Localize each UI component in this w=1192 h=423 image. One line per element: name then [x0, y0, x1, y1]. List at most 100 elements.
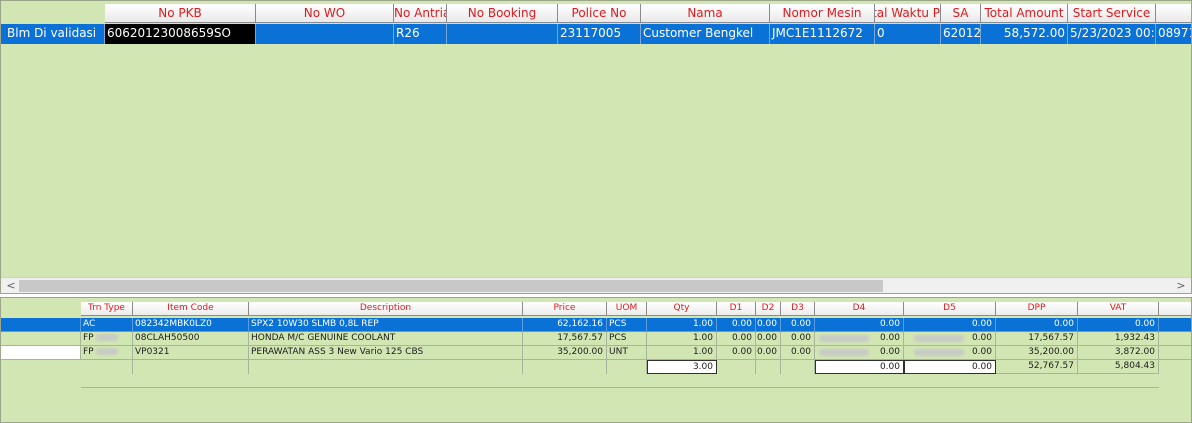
header-more[interactable] [1159, 302, 1191, 316]
header-description[interactable]: Description [249, 302, 523, 316]
detail-header-indicator [1, 302, 81, 316]
cell-price[interactable]: 17,567.57 [523, 332, 607, 346]
cell-qty[interactable]: 1.00 [647, 346, 717, 360]
cell-item-code[interactable]: 082342MBK0LZ0 [133, 318, 249, 332]
scroll-right-icon[interactable]: > [1173, 278, 1189, 293]
table-row[interactable]: FP VP0321 PERAWATAN ASS 3 New Vario 125 … [1, 346, 1191, 360]
header-price[interactable]: Price [523, 302, 607, 316]
cell-qty[interactable]: 1.00 [647, 318, 717, 332]
cell-d3[interactable]: 0.00 [781, 318, 815, 332]
scroll-left-icon[interactable]: < [3, 278, 19, 293]
header-d3[interactable]: D3 [781, 302, 815, 316]
cell-uom[interactable]: PCS [607, 318, 647, 332]
cell-item-code[interactable]: VP0321 [133, 346, 249, 360]
table-row[interactable]: AC 082342MBK0LZ0 SPX2 10W30 SLMB 0,8L RE… [1, 318, 1191, 332]
totals-spacer [133, 360, 249, 374]
header-d4[interactable]: D4 [815, 302, 904, 316]
cell-d1[interactable]: 0.00 [717, 346, 756, 360]
cell-d4[interactable]: 0.00 [815, 318, 904, 332]
header-item-code[interactable]: Item Code [133, 302, 249, 316]
cell-total-amount[interactable]: 58,572.00 [981, 24, 1068, 44]
cell-description[interactable]: SPX2 10W30 SLMB 0,8L REP [249, 318, 523, 332]
cell-no-antrian[interactable]: R26 [394, 24, 447, 44]
empty-row-fill [81, 374, 1159, 388]
header-no-wo[interactable]: No WO [256, 4, 394, 23]
cell-no-wo[interactable] [256, 24, 394, 44]
cell-nomor-mesin[interactable]: JMC1E1112672 [770, 24, 875, 44]
cell-description[interactable]: HONDA M/C GENUINE COOLANT [249, 332, 523, 346]
cell-qty[interactable]: 1.00 [647, 332, 717, 346]
header-nomor-mesin[interactable]: Nomor Mesin [770, 4, 875, 23]
cell-item-code[interactable]: 08CLAH50500 [133, 332, 249, 346]
cell-d4[interactable]: 0.00 [815, 346, 904, 360]
cell-trn-type[interactable]: FP [81, 332, 133, 346]
header-d5[interactable]: D5 [904, 302, 996, 316]
cell-extra[interactable]: 08971 [1156, 24, 1191, 44]
header-uom[interactable]: UOM [607, 302, 647, 316]
cell-description[interactable]: PERAWATAN ASS 3 New Vario 125 CBS [249, 346, 523, 360]
cell-d3[interactable]: 0.00 [781, 332, 815, 346]
header-start-service[interactable]: Start Service [1068, 4, 1156, 23]
cell-police-no[interactable]: 23117005 [558, 24, 641, 44]
cell-d5[interactable]: 0.00 [904, 346, 996, 360]
cell-price[interactable]: 35,200.00 [523, 346, 607, 360]
cell-d2[interactable]: 0.00 [756, 318, 781, 332]
cell-more[interactable] [1159, 318, 1191, 332]
header-d1[interactable]: D1 [717, 302, 756, 316]
cell-no-booking[interactable] [447, 24, 558, 44]
cell-d2[interactable]: 0.00 [756, 332, 781, 346]
header-trn-type[interactable]: Trn Type [81, 302, 133, 316]
row-indicator[interactable] [1, 332, 81, 346]
cell-d1[interactable]: 0.00 [717, 332, 756, 346]
cell-trn-type-text: FP [83, 333, 94, 343]
header-no-pkb[interactable]: No PKB [105, 4, 256, 23]
cell-no-pkb[interactable]: 60620123008659SO [105, 24, 256, 44]
cell-d2[interactable]: 0.00 [756, 346, 781, 360]
header-no-antrian[interactable]: No Antrian [394, 4, 447, 23]
scrollbar-thumb[interactable] [19, 280, 883, 292]
cell-vat[interactable]: 1,932.43 [1078, 332, 1159, 346]
cell-d4[interactable]: 0.00 [815, 332, 904, 346]
redacted-text [819, 335, 869, 342]
cell-start-service[interactable]: 5/23/2023 00:00 [1068, 24, 1156, 44]
cell-sa[interactable]: 620120 [941, 24, 981, 44]
cell-vat[interactable]: 3,872.00 [1078, 346, 1159, 360]
table-row[interactable]: FP 08CLAH50500 HONDA M/C GENUINE COOLANT… [1, 332, 1191, 346]
cell-d1[interactable]: 0.00 [717, 318, 756, 332]
service-order-row[interactable]: Blm Di validasi 60620123008659SO R26 231… [1, 24, 1191, 44]
header-no-booking[interactable]: No Booking [447, 4, 558, 23]
cell-vat[interactable]: 0.00 [1078, 318, 1159, 332]
cell-d5[interactable]: 0.00 [904, 318, 996, 332]
header-extra[interactable] [1156, 4, 1191, 23]
row-indicator[interactable] [1, 346, 81, 360]
header-d2[interactable]: D2 [756, 302, 781, 316]
cell-d5[interactable]: 0.00 [904, 332, 996, 346]
row-indicator[interactable] [1, 318, 81, 332]
cell-d5-text: 0.00 [971, 347, 992, 357]
cell-trn-type[interactable]: FP [81, 346, 133, 360]
header-total-waktu[interactable]: Total Waktu P [875, 4, 941, 23]
cell-d3[interactable]: 0.00 [781, 346, 815, 360]
cell-more[interactable] [1159, 332, 1191, 346]
cell-more[interactable] [1159, 346, 1191, 360]
cell-dpp[interactable]: 35,200.00 [996, 346, 1078, 360]
cell-uom[interactable]: PCS [607, 332, 647, 346]
cell-price[interactable]: 62,162.16 [523, 318, 607, 332]
horizontal-scrollbar[interactable]: < > [1, 277, 1191, 293]
cell-uom[interactable]: UNT [607, 346, 647, 360]
cell-nama[interactable]: Customer Bengkel [641, 24, 770, 44]
header-total-amount[interactable]: Total Amount [981, 4, 1068, 23]
header-vat[interactable]: VAT [1078, 302, 1159, 316]
cell-dpp[interactable]: 0.00 [996, 318, 1078, 332]
service-order-grid[interactable]: No PKB No WO No Antrian No Booking Polic… [0, 0, 1192, 294]
cell-d4-text: 0.00 [879, 333, 900, 343]
header-police-no[interactable]: Police No [558, 4, 641, 23]
cell-trn-type[interactable]: AC [81, 318, 133, 332]
cell-dpp[interactable]: 17,567.57 [996, 332, 1078, 346]
header-nama[interactable]: Nama [641, 4, 770, 23]
header-dpp[interactable]: DPP [996, 302, 1078, 316]
item-detail-grid[interactable]: Trn Type Item Code Description Price UOM… [0, 297, 1192, 423]
header-sa[interactable]: SA [941, 4, 981, 23]
header-qty[interactable]: Qty [647, 302, 717, 316]
cell-total-waktu[interactable]: 0 [875, 24, 941, 44]
